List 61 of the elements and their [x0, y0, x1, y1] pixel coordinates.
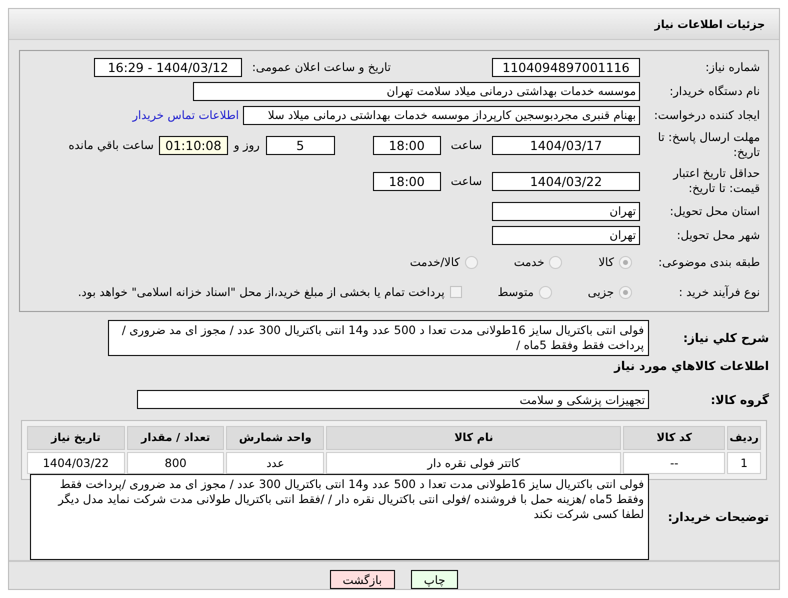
- print-button[interactable]: چاپ: [410, 570, 458, 589]
- description-field: فولی انتی باکتریال سایز 16طولانی مدت تعدا د 500 عدد و14 انتی باکتریال 300 عدد / مجوز ای مد ضروری / پرداخت فقط وفقط 5ماه /: [108, 320, 649, 356]
- field-label: استان محل تحویل:: [668, 204, 761, 219]
- table-cell: 1404/03/22: [27, 452, 125, 474]
- radio-button[interactable]: [538, 286, 552, 299]
- date-field: 1404/03/22: [492, 172, 640, 191]
- checkbox[interactable]: [450, 286, 462, 298]
- table-cell: --: [623, 452, 726, 474]
- field-label: ایجاد کننده درخواست:: [653, 108, 761, 123]
- radio-button[interactable]: [619, 256, 632, 269]
- field-label: نام دستگاه خریدار:: [668, 84, 761, 99]
- column-header: تاریخ نیاز: [27, 426, 125, 450]
- announce-date-field: 1404/03/12 - 16:29: [94, 58, 242, 77]
- countdown-field: 01:10:08: [158, 136, 228, 155]
- field-label: توضیحات خریدار:: [666, 510, 770, 524]
- goods-group-field: تجهیزات پزشکی و سلامت: [137, 390, 649, 410]
- option-label: کالا: [598, 255, 614, 270]
- table-cell: 1: [727, 452, 761, 474]
- option-label: متوسط: [498, 285, 534, 300]
- column-header: نام کالا: [326, 426, 622, 450]
- need-number-field: 1104094897001116: [492, 58, 640, 77]
- days-field: 5: [266, 136, 335, 155]
- option-label: کالا/خدمت: [410, 255, 460, 270]
- table-cell: عدد: [226, 452, 324, 474]
- time-label: ساعت: [450, 138, 482, 152]
- time-field: 18:00: [372, 136, 441, 155]
- table-cell: کاتتر فولی نقره دار: [326, 452, 622, 474]
- field-label: شرح کلي نياز:: [682, 330, 770, 345]
- province-field: تهران: [492, 202, 640, 221]
- remaining-label: ساعت باقي مانده: [68, 138, 154, 152]
- column-header: واحد شمارش: [226, 426, 324, 450]
- buyer-org-field: موسسه خدمات بهداشتی درمانی میلاد سلامت تهران: [193, 82, 640, 101]
- field-label: شماره نیاز:: [704, 60, 761, 75]
- radio-button[interactable]: [619, 286, 632, 299]
- days-label: روز و: [234, 138, 260, 152]
- back-button[interactable]: بازگشت: [330, 570, 395, 589]
- radio-button[interactable]: [464, 256, 478, 269]
- time-field: 18:00: [372, 172, 441, 191]
- field-label: طبقه بندی موضوعی:: [657, 254, 761, 270]
- radio-button[interactable]: [549, 256, 562, 269]
- table-cell: 800: [126, 452, 224, 474]
- page-title: جزئیات اطلاعات نیاز: [654, 18, 765, 31]
- buyer-contact-link[interactable]: اطلاعات تماس خریدار: [132, 108, 239, 122]
- option-label: خدمت: [514, 255, 544, 270]
- option-label: جزیی: [588, 285, 614, 300]
- column-header: ردیف: [727, 426, 761, 450]
- field-label: شهر محل تحویل:: [676, 228, 761, 243]
- requester-field: بهنام قنبری مجردبوسجین کارپرداز موسسه خدمات بهداشتی درمانی میلاد سلا: [243, 106, 640, 125]
- buyer-notes-field: فولی انتی باکتریال سایز 16طولانی مدت تعدا د 500 عدد و14 انتی باکتریال 300 عدد / مجوز ای مد ضروری /پرداخت فقط وفقط 5ماه /هزینه حمل با فروشنده /فولی انتی باکتریال نقره دار / /فقط انتی باکتریال طولانی مدت شرکت نماید مدل دیگر لطفا کسی شرکت نکند: [30, 474, 649, 560]
- column-header: کد کالا: [623, 426, 726, 450]
- column-header: تعداد / مقدار: [126, 426, 224, 450]
- field-label: گروه کالا:: [710, 392, 770, 407]
- section-heading: اطلاعات كالاهاي مورد نياز: [614, 358, 770, 373]
- field-label: حداقل تاریخ اعتبار قیمت: تا تاریخ:: [672, 166, 761, 196]
- field-label: مهلت ارسال پاسخ: تا تاریخ:: [656, 130, 761, 160]
- city-field: تهران: [492, 226, 640, 245]
- field-label: نوع فرآیند خرید :: [678, 284, 761, 300]
- checkbox-label: پرداخت تمام یا بخشی از مبلغ خرید،از محل "اسناد خزانه اسلامی" خواهد بود.: [78, 285, 445, 300]
- field-label: تاریخ و ساعت اعلان عمومی:: [251, 60, 392, 75]
- date-field: 1404/03/17: [492, 136, 640, 155]
- time-label: ساعت: [450, 174, 482, 188]
